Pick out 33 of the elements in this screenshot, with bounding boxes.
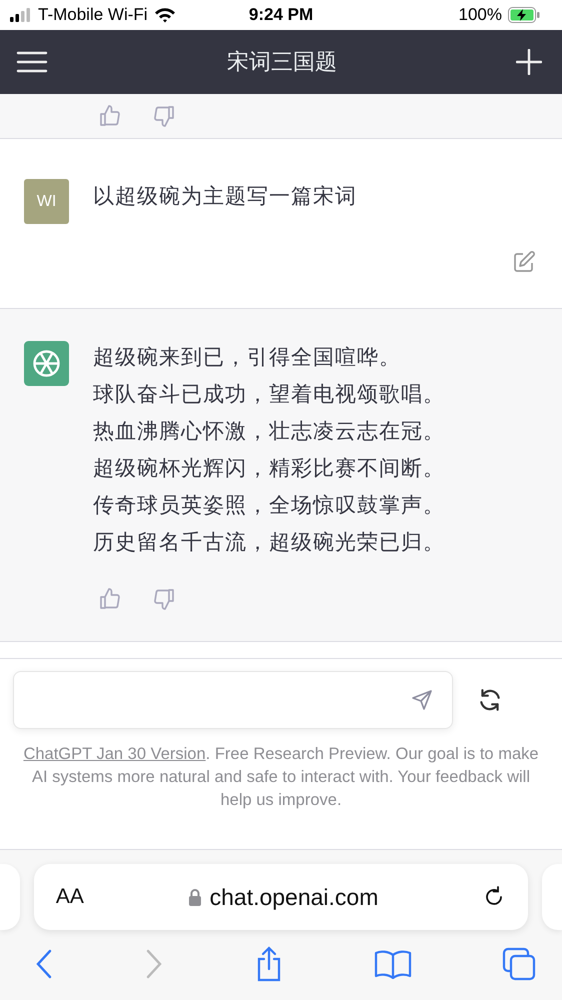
url-text: chat.openai.com bbox=[210, 884, 378, 910]
bot-avatar-icon bbox=[24, 341, 69, 386]
new-chat-button[interactable] bbox=[516, 49, 542, 75]
send-icon[interactable] bbox=[410, 688, 434, 712]
battery-charging-icon bbox=[508, 7, 540, 23]
thumbs-up-icon[interactable] bbox=[98, 104, 122, 128]
lock-icon bbox=[188, 888, 202, 906]
tabs-icon[interactable] bbox=[502, 947, 536, 981]
message-input[interactable] bbox=[13, 671, 453, 729]
chat-title: 宋词三国题 bbox=[227, 48, 337, 76]
poem-line: 超级碗来到已，引得全国喧哗。 bbox=[93, 345, 402, 371]
disclaimer-text: ChatGPT Jan 30 Version. Free Research Preview. Our goal is to make AI systems more natural and safe to interact with. Your feedback will help us improve. bbox=[22, 744, 540, 811]
poem-line: 热血沸腾心怀激，壮志凌云志在冠。 bbox=[93, 419, 445, 445]
poem-line: 传奇球员英姿照，全场惊叹鼓掌声。 bbox=[93, 493, 445, 519]
poem-line: 超级碗杯光辉闪，精彩比赛不间断。 bbox=[93, 456, 445, 482]
prompt-text: 以超级碗为主题写一篇宋词 bbox=[93, 185, 357, 209]
back-icon[interactable] bbox=[34, 948, 54, 980]
thumbs-down-icon[interactable] bbox=[152, 587, 176, 611]
book-icon[interactable] bbox=[374, 949, 412, 979]
carrier-name: T-Mobile Wi-Fi bbox=[38, 5, 148, 25]
battery-percent: 100% bbox=[458, 5, 502, 25]
thumbs-up-icon[interactable] bbox=[98, 587, 122, 611]
signal-icon bbox=[10, 8, 32, 22]
address-bar[interactable]: AA chat.openai.com bbox=[34, 864, 528, 930]
text-size-button[interactable]: AA bbox=[56, 885, 84, 909]
menu-button[interactable] bbox=[16, 50, 48, 74]
thumbs-down-icon[interactable] bbox=[152, 104, 176, 128]
poem-line: 历史留名千古流，超级碗光荣已归。 bbox=[93, 530, 445, 556]
clock-time: 9:24 PM bbox=[248, 5, 314, 25]
poem-line: 球队奋斗已成功，望着电视颂歌唱。 bbox=[93, 382, 445, 408]
wifi-icon bbox=[154, 7, 176, 23]
edit-icon[interactable] bbox=[512, 250, 536, 274]
user-avatar: WI bbox=[24, 179, 69, 224]
